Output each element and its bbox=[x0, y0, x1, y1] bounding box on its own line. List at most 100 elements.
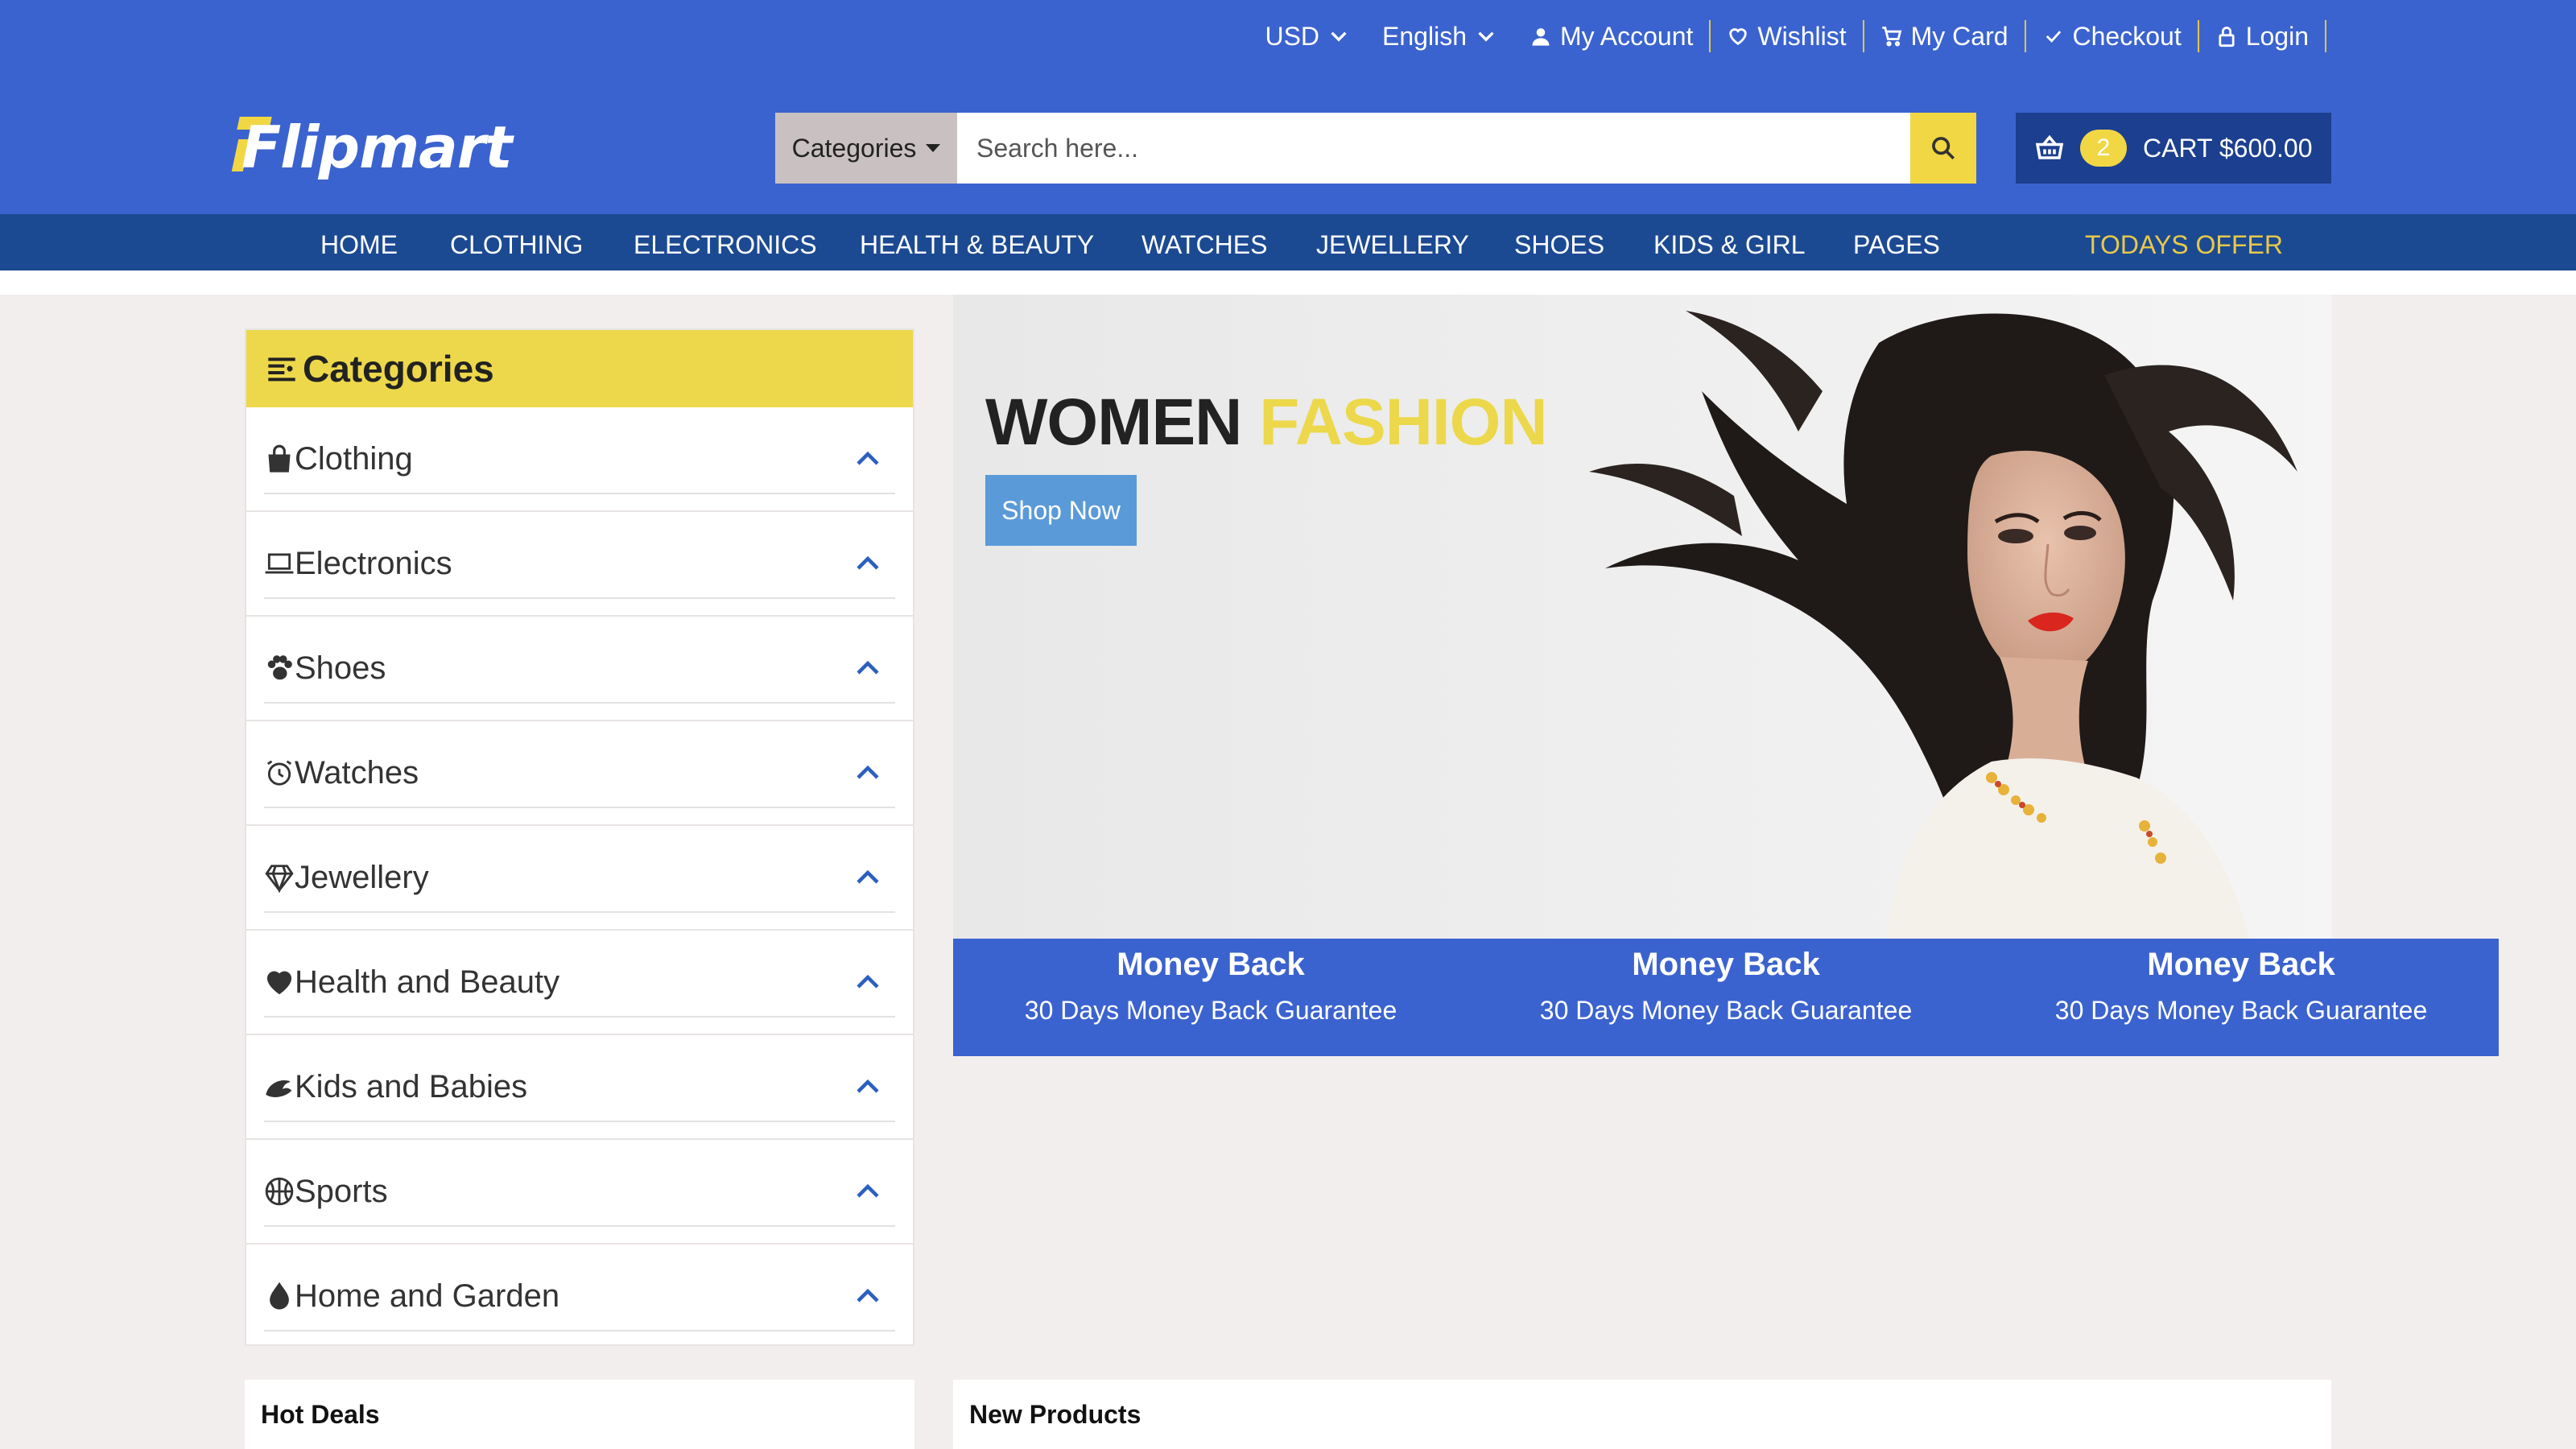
currency-select[interactable]: USD bbox=[1249, 20, 1366, 52]
cart-count-badge: 2 bbox=[2080, 130, 2127, 167]
hero-title-accent: FASHION bbox=[1259, 386, 1547, 459]
main-nav: HOME CLOTHING ELECTRONICS HEALTH & BEAUT… bbox=[0, 214, 2576, 270]
nav-item-electronics[interactable]: ELECTRONICS bbox=[634, 230, 817, 260]
currency-label: USD bbox=[1265, 21, 1320, 51]
chevron-up-icon[interactable] bbox=[853, 863, 882, 892]
my-account-label: My Account bbox=[1559, 21, 1694, 51]
shop-now-button[interactable]: Shop Now bbox=[985, 475, 1137, 546]
paw-icon bbox=[267, 655, 292, 680]
chevron-up-icon[interactable] bbox=[853, 444, 882, 473]
feature-subtitle: 30 Days Money Back Guarantee bbox=[2054, 996, 2428, 1025]
chevron-up-icon[interactable] bbox=[853, 1282, 882, 1311]
heart-icon bbox=[266, 971, 292, 995]
diamond-icon bbox=[265, 865, 294, 893]
search-input[interactable] bbox=[957, 113, 1910, 184]
nav-item-kids-girl[interactable]: KIDS & GIRL bbox=[1653, 230, 1806, 260]
wishlist-link[interactable]: Wishlist bbox=[1711, 20, 1864, 52]
search-bar: Categories bbox=[775, 113, 1976, 184]
category-watches[interactable]: Watches bbox=[246, 721, 913, 826]
header-spacer bbox=[0, 270, 2576, 295]
nav-item-todays-offer[interactable]: TODAYS OFFER bbox=[2085, 230, 2283, 260]
category-jewellery[interactable]: Jewellery bbox=[246, 826, 913, 931]
categories-sidebar: Categories Clothing Electronics Shoes Wa… bbox=[245, 328, 914, 1346]
cart-button[interactable]: 2 CART $600.00 bbox=[2016, 113, 2331, 184]
shopping-bag-icon bbox=[268, 444, 291, 473]
category-label: Jewellery bbox=[295, 859, 429, 895]
feature-title: Money Back bbox=[2147, 947, 2335, 982]
baby-icon bbox=[266, 1080, 292, 1097]
cart-total-label: CART $600.00 bbox=[2143, 133, 2313, 163]
site-logo[interactable]: Flipmart bbox=[231, 111, 513, 184]
categories-title: Categories bbox=[303, 348, 494, 390]
category-label: Sports bbox=[295, 1173, 388, 1209]
list-icon bbox=[268, 357, 295, 382]
login-link[interactable]: Login bbox=[2199, 20, 2326, 52]
hero-title-main: WOMEN bbox=[985, 386, 1242, 459]
nav-item-shoes[interactable]: SHOES bbox=[1514, 230, 1604, 260]
my-account-link[interactable]: My Account bbox=[1513, 20, 1711, 52]
top-bar: USD English My Account Wishlist My Card … bbox=[1249, 14, 2326, 58]
features-strip: Money Back 30 Days Money Back Guarantee … bbox=[953, 939, 2499, 1056]
nav-item-watches[interactable]: WATCHES bbox=[1141, 230, 1267, 260]
basket-icon bbox=[2035, 134, 2064, 159]
logo-text: Flipmart bbox=[242, 114, 513, 181]
nav-item-clothing[interactable]: CLOTHING bbox=[450, 230, 583, 260]
caret-down-icon bbox=[926, 144, 941, 152]
search-button[interactable] bbox=[1910, 113, 1976, 184]
feature-title: Money Back bbox=[1632, 947, 1820, 982]
site-header: USD English My Account Wishlist My Card … bbox=[0, 0, 2576, 214]
category-electronics[interactable]: Electronics bbox=[246, 512, 913, 617]
category-health-beauty[interactable]: Health and Beauty bbox=[246, 931, 913, 1035]
chevron-up-icon[interactable] bbox=[853, 968, 882, 997]
category-clothing[interactable]: Clothing bbox=[246, 407, 913, 512]
hot-deals-title: Hot Deals bbox=[261, 1399, 380, 1429]
my-card-link[interactable]: My Card bbox=[1864, 20, 2026, 52]
hero-banner: WOMEN FASHION Shop Now bbox=[953, 295, 2331, 939]
category-home-garden[interactable]: Home and Garden bbox=[246, 1245, 913, 1349]
feature-subtitle: 30 Days Money Back Guarantee bbox=[1539, 996, 1913, 1025]
chevron-up-icon[interactable] bbox=[853, 654, 882, 683]
laptop-icon bbox=[265, 553, 294, 574]
language-select[interactable]: English bbox=[1366, 20, 1513, 52]
login-label: Login bbox=[2245, 21, 2309, 51]
categories-header: Categories bbox=[246, 330, 913, 407]
droplet-icon bbox=[270, 1282, 289, 1310]
basketball-icon bbox=[265, 1177, 294, 1206]
chevron-down-icon bbox=[1331, 31, 1347, 42]
nav-item-jewellery[interactable]: JEWELLERY bbox=[1316, 230, 1469, 260]
chevron-up-icon[interactable] bbox=[853, 549, 882, 578]
chevron-up-icon[interactable] bbox=[853, 758, 882, 787]
chevron-up-icon[interactable] bbox=[853, 1072, 882, 1101]
check-icon bbox=[2046, 31, 2061, 43]
cart-icon bbox=[1881, 27, 1901, 47]
feature-item: Money Back 30 Days Money Back Guarantee bbox=[1468, 939, 1984, 1056]
language-label: English bbox=[1382, 21, 1467, 51]
new-products-panel: New Products bbox=[953, 1380, 2331, 1449]
user-icon bbox=[1532, 28, 1550, 46]
search-category-dropdown[interactable]: Categories bbox=[775, 113, 957, 184]
nav-item-health-beauty[interactable]: HEALTH & BEAUTY bbox=[860, 230, 1094, 260]
category-label: Kids and Babies bbox=[295, 1068, 528, 1104]
my-card-label: My Card bbox=[1910, 21, 2008, 51]
hero-title: WOMEN FASHION bbox=[985, 385, 1548, 460]
alarm-clock-icon bbox=[266, 760, 292, 786]
category-kids-babies[interactable]: Kids and Babies bbox=[246, 1035, 913, 1140]
search-icon bbox=[1932, 137, 1955, 160]
feature-item: Money Back 30 Days Money Back Guarantee bbox=[1984, 939, 2499, 1056]
checkout-link[interactable]: Checkout bbox=[2026, 20, 2199, 52]
chevron-up-icon[interactable] bbox=[853, 1177, 882, 1206]
heart-icon bbox=[1729, 28, 1748, 45]
category-label: Shoes bbox=[295, 650, 386, 686]
fashion-model-image bbox=[1589, 311, 2297, 939]
category-label: Clothing bbox=[295, 440, 413, 477]
category-label: Home and Garden bbox=[295, 1278, 560, 1314]
lock-icon bbox=[2219, 27, 2235, 47]
category-sports[interactable]: Sports bbox=[246, 1140, 913, 1245]
nav-item-home[interactable]: HOME bbox=[320, 230, 398, 260]
search-category-label: Categories bbox=[791, 133, 917, 163]
category-label: Health and Beauty bbox=[295, 964, 560, 1000]
nav-item-pages[interactable]: PAGES bbox=[1853, 230, 1940, 260]
category-label: Electronics bbox=[295, 545, 452, 581]
category-shoes[interactable]: Shoes bbox=[246, 617, 913, 721]
category-label: Watches bbox=[295, 754, 419, 791]
